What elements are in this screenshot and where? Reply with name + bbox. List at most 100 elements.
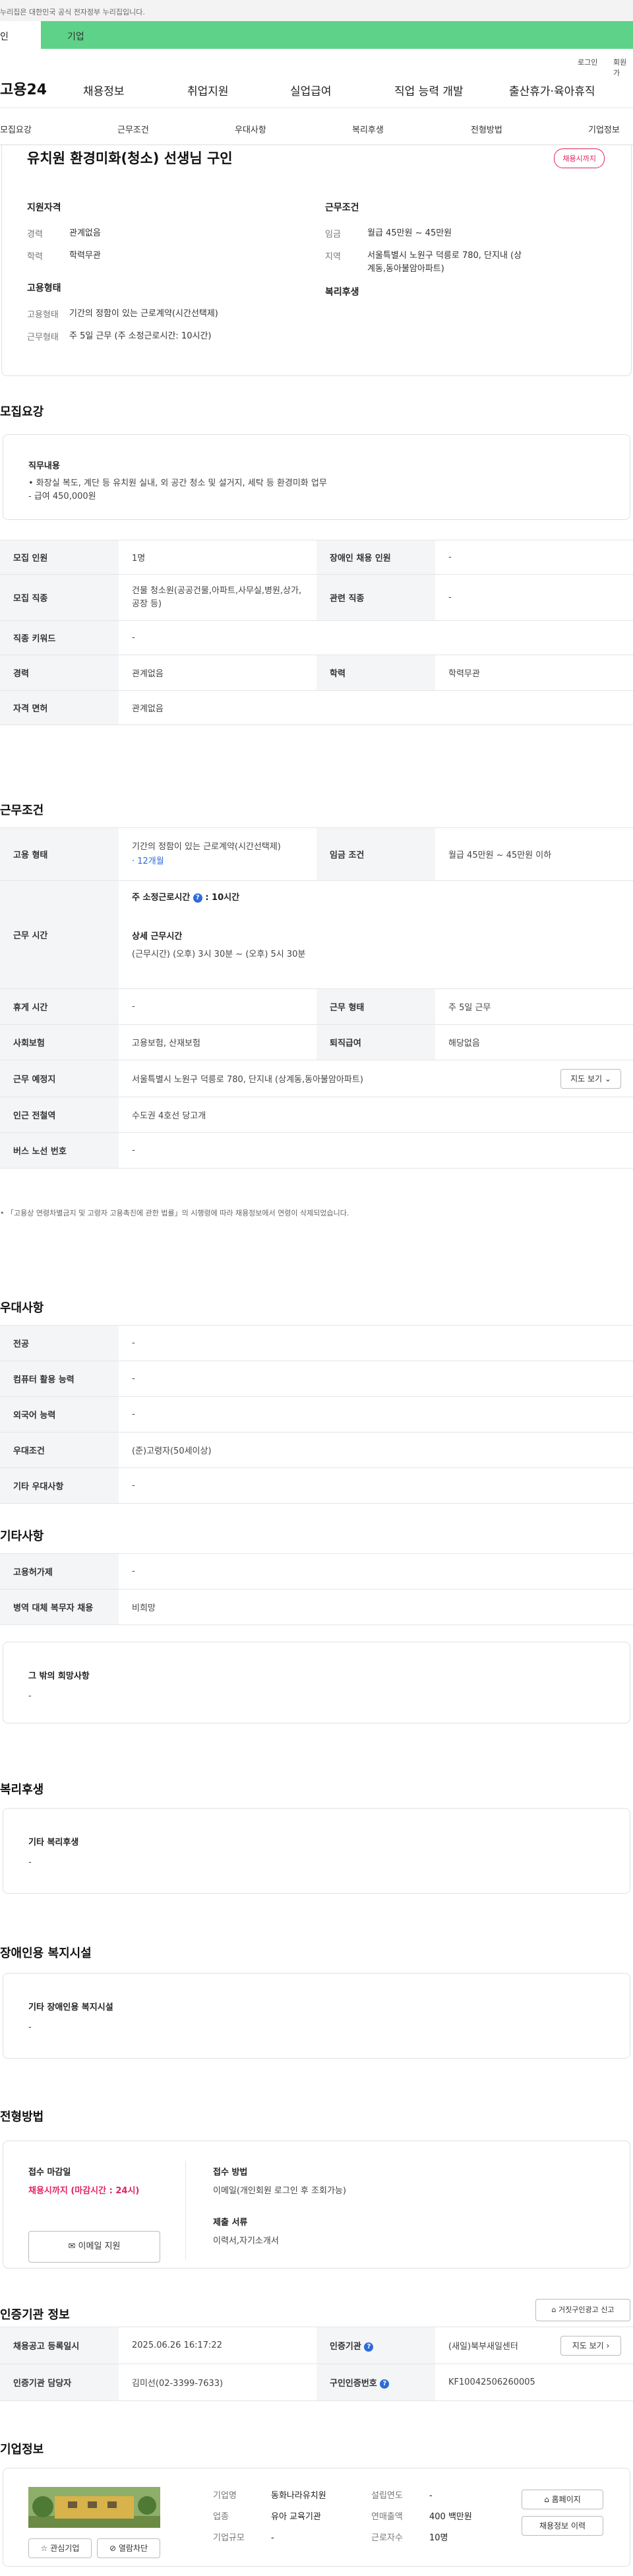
other-wishes-box: 그 밖의 희망사항 - xyxy=(3,1642,630,1723)
table-row: 병역 대체 복무자 채용 비희망 xyxy=(0,1589,633,1625)
site-logo[interactable]: 고용24 xyxy=(0,78,47,99)
job-history-button[interactable]: 채용정보 이력 xyxy=(522,2516,603,2536)
table-row: 인증기관 담당자 김미선(02-3399-7633) 구인인증번호 ? KF10… xyxy=(0,2364,633,2401)
disabled-box-title: 기타 장애인용 복지시설 xyxy=(28,2003,113,2012)
anchor-company[interactable]: 기업정보 xyxy=(588,123,620,135)
recruit-section: 모집요강 직무내용 • 화장실 복도, 계단 등 유치원 실내, 외 공간 청소… xyxy=(0,376,633,785)
row-value: - xyxy=(119,1553,633,1590)
row-value: 1명 xyxy=(119,540,316,575)
block-view-button[interactable]: ⊘ 열람차단 xyxy=(97,2538,160,2558)
deadline-value: 채용시까지 (마감시간 : 24시) xyxy=(28,2186,140,2196)
map-button-label: 지도 보기 xyxy=(570,1074,603,1083)
table-row: 고용 형태 기간의 정함이 있는 근로계약(시간선택제) · 12개월 임금 조… xyxy=(0,827,633,881)
age-notice: • 「고용상 연령차별금지 및 고령자 고용촉진에 관한 법률」의 시행령에 따… xyxy=(0,1209,349,1217)
disabled-section-title: 장애인용 복지시설 xyxy=(0,1947,92,1960)
table-row: 모집 직종 건물 청소원(공공건물,아파트,사무실,병원,상가,공장 등) 관련… xyxy=(0,574,633,621)
other-wishes-value: - xyxy=(28,1691,32,1701)
age-notice-text: 「고용상 연령차별금지 및 고령자 고용촉진에 관한 법률」의 시행령에 따라 … xyxy=(7,1209,349,1217)
table-row: 인근 전철역 수도권 4호선 당고개 xyxy=(0,1097,633,1133)
wage-label: 임금 xyxy=(325,230,341,240)
emp-title: 고용형태 xyxy=(27,283,61,294)
emp-period: · 12개월 xyxy=(132,856,164,866)
etc-section: 기타사항 고용허가제 - 병역 대체 복무자 채용 비희망 그 밖의 희망사항 - xyxy=(0,1498,633,1749)
map-button[interactable]: 지도 보기 ⌄ xyxy=(560,1069,621,1089)
info-icon[interactable]: ? xyxy=(380,2379,390,2389)
gov-notice-bar: 누리집은 대한민국 공식 전자정부 누리집입니다. xyxy=(0,0,633,21)
job-summary-card: 유치원 환경미화(청소) 선생님 구인 채용시까지 지원자격 경력 관계없음 학력… xyxy=(1,145,632,376)
org-label: 인증기관 xyxy=(330,2342,361,2352)
job-history-label: 채용정보 이력 xyxy=(539,2521,586,2530)
staff-value: 10명 xyxy=(429,2533,448,2543)
anchor-selection[interactable]: 전형방법 xyxy=(471,123,502,135)
company-name-label: 기업명 xyxy=(213,2491,237,2501)
pref-table: 전공 - 컴퓨터 활용 능력 - 외국어 능력 - 우대조건 (준)고령자(50세이상)… xyxy=(0,1325,633,1504)
weekly-hours-value: : 10시간 xyxy=(205,893,240,903)
nav-parental-leave[interactable]: 출산휴가·육아휴직 xyxy=(509,82,595,98)
row-value: 김미선(02-3399-7633) xyxy=(119,2364,316,2401)
company-photo xyxy=(28,2487,160,2528)
anchor-welfare[interactable]: 복리후생 xyxy=(352,123,384,135)
photo-window xyxy=(68,2501,77,2508)
homepage-button[interactable]: ⌂ 홈페이지 xyxy=(522,2490,603,2509)
main-nav: 고용24 채용정보 취업지원 실업급여 직업 능력 개발 출산휴가·육아휴직 xyxy=(0,69,633,108)
weekly-hours-label: 주 소정근로시간 xyxy=(132,893,191,903)
row-label: 병역 대체 복무자 채용 xyxy=(0,1589,119,1625)
duty-content: • 화장실 복도, 계단 등 유치원 실내, 외 공간 청소 및 설거지, 세탁… xyxy=(28,477,327,503)
company-box: ☆ 관심기업 ⊘ 열람차단 기업명 동화나라유치원 업종 유아 교육기관 기업규모 -… xyxy=(3,2468,630,2567)
docs-value: 이력서,자기소개서 xyxy=(213,2236,279,2246)
report-fake-ad-button[interactable]: ⌂ 거짓구인광고 신고 xyxy=(535,2299,630,2321)
table-row: 고용허가제 - xyxy=(0,1553,633,1590)
edu-value: 학력무관 xyxy=(69,251,101,261)
row-value: 월급 45만원 ~ 45만원 이하 xyxy=(435,827,633,881)
row-value: 건물 청소원(공공건물,아파트,사무실,병원,상가,공장 등) xyxy=(119,574,316,621)
nav-unemployment-benefit[interactable]: 실업급여 xyxy=(290,82,332,98)
nav-skills[interactable]: 직업 능력 개발 xyxy=(394,82,464,98)
favorite-company-button[interactable]: ☆ 관심기업 xyxy=(28,2538,92,2558)
method-title: 접수 방법 xyxy=(213,2168,248,2177)
nav-jobs[interactable]: 채용정보 xyxy=(83,82,125,98)
anchor-recruit[interactable]: 모집요강 xyxy=(0,123,32,135)
area-label: 지역 xyxy=(325,252,341,262)
tab-company[interactable]: 기업 xyxy=(41,21,94,49)
anchor-work[interactable]: 근무조건 xyxy=(117,123,149,135)
tab-individual[interactable]: 인 xyxy=(0,21,41,49)
home-icon: ⌂ xyxy=(544,2495,549,2504)
table-row: 버스 노선 번호 - xyxy=(0,1132,633,1169)
cert-map-button[interactable]: 지도 보기 › xyxy=(560,2336,621,2356)
industry-label: 업종 xyxy=(213,2512,229,2522)
anchor-pref[interactable]: 우대사항 xyxy=(235,123,266,135)
row-value: (새일)북부새일센터 지도 보기 › xyxy=(435,2327,633,2364)
row-label: 외국어 능력 xyxy=(0,1396,119,1433)
emp-type-value: 기간의 정함이 있는 근로계약(시간선택제) xyxy=(132,841,281,852)
career-value: 관계없음 xyxy=(69,228,101,238)
info-icon[interactable]: ? xyxy=(364,2342,374,2352)
row-label: 고용 형태 xyxy=(0,827,119,881)
method-value: 이메일(개인회원 로그인 후 조회가능) xyxy=(213,2186,346,2196)
email-apply-button[interactable]: ✉ 이메일 지원 xyxy=(28,2231,160,2263)
table-row: 사회보험 고용보험, 산재보험 퇴직급여 해당없음 xyxy=(0,1024,633,1060)
revenue-value: 400 백만원 xyxy=(429,2512,472,2522)
row-label: 모집 직종 xyxy=(0,574,119,621)
row-label: 임금 조건 xyxy=(316,827,435,881)
nav-employment-support[interactable]: 취업지원 xyxy=(187,82,229,98)
qual-title: 지원자격 xyxy=(27,203,61,213)
login-link[interactable]: 로그인 xyxy=(578,57,597,67)
etc-table: 고용허가제 - 병역 대체 복무자 채용 비희망 xyxy=(0,1553,633,1625)
row-label: 퇴직급여 xyxy=(316,1024,435,1060)
table-row: 컴퓨터 활용 능력 - xyxy=(0,1361,633,1397)
edu-label: 학력 xyxy=(27,252,43,262)
row-value: (준)고령자(50세이상) xyxy=(119,1432,633,1468)
info-icon[interactable]: ? xyxy=(193,893,202,903)
row-label: 우대조건 xyxy=(0,1432,119,1468)
detail-hours-value: (근무시간) (오후) 3시 30분 ~ (오후) 5시 30분 xyxy=(132,950,306,959)
preference-section: 우대사항 전공 - 컴퓨터 활용 능력 - 외국어 능력 - 우대조건 (준)고령자(5… xyxy=(0,1234,633,1504)
photo-window xyxy=(88,2501,97,2508)
row-value: - xyxy=(435,540,633,575)
table-row: 경력 관계없음 학력 학력무관 xyxy=(0,655,633,691)
docs-title: 제출 서류 xyxy=(213,2218,248,2228)
qualification-block: 지원자격 경력 관계없음 학력 학력무관 고용형태 고용형태 기간의 정함이 있는 근… xyxy=(27,201,304,352)
divider xyxy=(185,2161,186,2260)
photo-tree xyxy=(32,2496,53,2517)
cert-section: 인증기관 정보 ⌂ 거짓구인광고 신고 채용공고 등록일시 2025.06.26… xyxy=(0,2292,633,2418)
staff-label: 근로자수 xyxy=(371,2533,403,2543)
